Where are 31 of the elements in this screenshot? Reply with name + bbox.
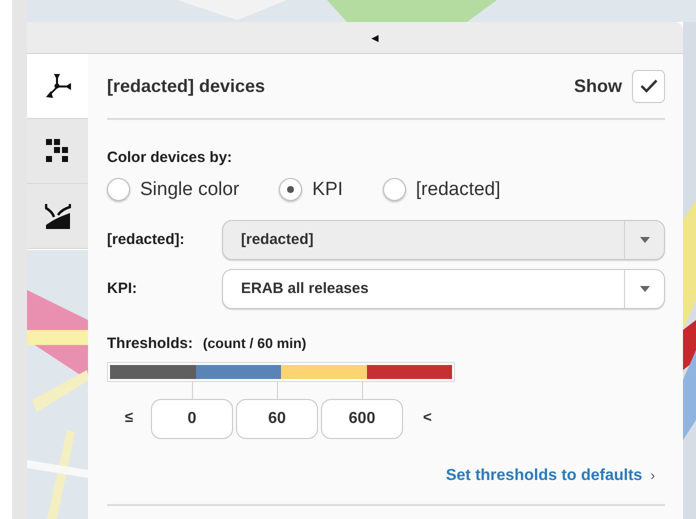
dropdown[interactable]: ERAB all releases: [222, 269, 665, 309]
collapse-bar[interactable]: ◄: [27, 22, 683, 54]
radio-button[interactable]: [382, 178, 406, 202]
side-tab[interactable]: [27, 119, 88, 184]
field-label: KPI:: [107, 278, 138, 299]
thresholds-unit: (count / 60 min): [202, 334, 306, 353]
squares-icon: [44, 138, 70, 164]
side-tab[interactable]: [27, 184, 88, 249]
threshold-input[interactable]: 0: [151, 398, 233, 438]
radio-label: [redacted]: [416, 178, 500, 202]
radio-button[interactable]: [107, 178, 130, 202]
reset-thresholds-link[interactable]: Set thresholds to defaults: [446, 464, 642, 488]
threshold-input[interactable]: 60: [236, 398, 318, 438]
area-chart-icon: [44, 203, 70, 229]
show-label: Show: [574, 74, 622, 98]
less-than-sign: <: [423, 408, 432, 428]
field-label: [redacted]:: [107, 230, 186, 250]
checkmark-icon: [640, 79, 658, 93]
show-checkbox[interactable]: [632, 70, 665, 102]
less-equal-sign: ≤: [124, 408, 134, 428]
threshold-input[interactable]: 600: [321, 398, 403, 438]
caret-down-icon: [640, 237, 650, 243]
caret-down-icon: [640, 286, 650, 292]
radio-button[interactable]: [279, 178, 302, 202]
chevron-right-icon: ›: [650, 465, 655, 486]
three-triangle-icon: [44, 73, 70, 99]
radio-label: KPI: [312, 178, 343, 202]
thresholds-label: Thresholds:: [107, 334, 193, 354]
section-label: Color devices by:: [107, 148, 234, 168]
radio-label: Single color: [140, 178, 240, 202]
panel-title: [redacted] devices: [107, 74, 266, 98]
